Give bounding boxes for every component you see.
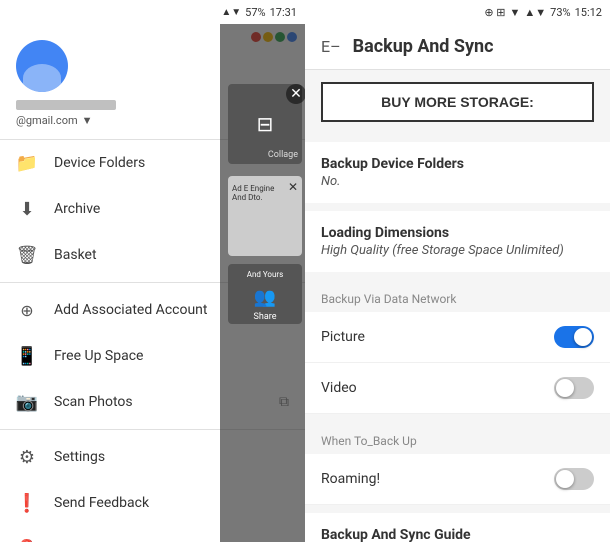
left-battery: 57% <box>245 6 265 19</box>
loading-dimensions-title: Loading Dimensions <box>321 225 594 241</box>
when-to-back-up-label: When To_Back Up <box>305 422 610 454</box>
settings-icon: ⚙ <box>16 446 38 468</box>
close-ad-button[interactable]: ✕ <box>288 180 298 194</box>
archive-icon: ⬇ <box>16 198 38 220</box>
right-status-bar: ⊕ ⊞ ▼ ▲▼ 73% 15:12 <box>305 0 610 24</box>
right-action-icons: ⊕ ⊞ <box>484 6 505 19</box>
avatar <box>16 40 68 92</box>
video-toggle-row: Video <box>305 363 610 414</box>
phone-icon: 📱 <box>16 345 38 367</box>
add-account-icon: ⊕ <box>16 299 38 321</box>
roaming-toggle-row: Roaming! <box>305 454 610 505</box>
backup-via-data-label: Backup Via Data Network <box>305 280 610 312</box>
video-label: Video <box>321 380 357 396</box>
share-label: Share <box>254 312 277 322</box>
share-text: And Yours <box>243 266 288 283</box>
right-signal-icon: ▲▼ <box>524 6 546 19</box>
toggle-thumb <box>556 470 574 488</box>
right-time: 15:12 <box>575 6 602 19</box>
picture-toggle-row: Picture <box>305 312 610 363</box>
page-title: Backup And Sync <box>353 36 494 57</box>
share-button[interactable]: And Yours 👥 Share <box>228 264 302 324</box>
camera-icon: 📷 <box>16 391 38 413</box>
right-panel: E– Backup And Sync BUY MORE STORAGE: Bac… <box>305 24 610 542</box>
buy-storage-button[interactable]: BUY MORE STORAGE: <box>321 82 594 122</box>
overlay-panel: ⊟ Collage ✕ ✕ Ad E Engine And Dto. And Y… <box>220 24 305 542</box>
backup-folders-title: Backup Device Folders <box>321 156 594 172</box>
back-icon[interactable]: E– <box>321 37 341 56</box>
profile-name-bar <box>16 100 116 110</box>
collage-label: Collage <box>268 150 298 160</box>
guide-row[interactable]: Backup And Sync Guide <box>305 513 610 542</box>
roaming-toggle[interactable] <box>554 468 594 490</box>
video-toggle[interactable] <box>554 377 594 399</box>
share-icon: 👥 <box>254 287 276 308</box>
collage-icon: ⊟ <box>257 112 274 136</box>
toggle-thumb <box>556 379 574 397</box>
profile-email: @gmail.com ▼ <box>16 114 93 127</box>
right-header: E– Backup And Sync <box>305 24 610 70</box>
left-time: 17:31 <box>270 6 297 19</box>
toggle-thumb <box>574 328 592 346</box>
dropdown-arrow-icon[interactable]: ▼ <box>82 114 93 127</box>
and-yours-label: And Yours <box>247 270 284 279</box>
backup-device-folders-section: Backup Device Folders No. <box>305 142 610 203</box>
folder-icon: 📁 <box>16 152 38 174</box>
picture-label: Picture <box>321 329 365 345</box>
left-signal-icon: ▲▼ <box>221 7 241 18</box>
trash-icon: 🗑 <box>16 244 38 266</box>
left-drawer: @gmail.com ▼ 📁 Device Folders ⬇ Archive … <box>0 24 305 542</box>
left-status-bar: ▲▼ 57% 17:31 <box>0 0 305 24</box>
loading-dimensions-value: High Quality (free Storage Space Unlimit… <box>321 243 594 258</box>
roaming-label: Roaming! <box>321 471 380 487</box>
close-collage-button[interactable]: ✕ <box>286 84 305 104</box>
help-icon: ❓ <box>16 538 38 542</box>
ad-card: ✕ Ad E Engine And Dto. <box>228 176 302 256</box>
picture-toggle[interactable] <box>554 326 594 348</box>
right-battery: 73% <box>550 6 570 19</box>
feedback-icon: ❗ <box>16 492 38 514</box>
right-wifi-icon: ▼ <box>510 6 521 19</box>
loading-dimensions-section: Loading Dimensions High Quality (free St… <box>305 211 610 272</box>
backup-folders-value: No. <box>321 174 594 189</box>
